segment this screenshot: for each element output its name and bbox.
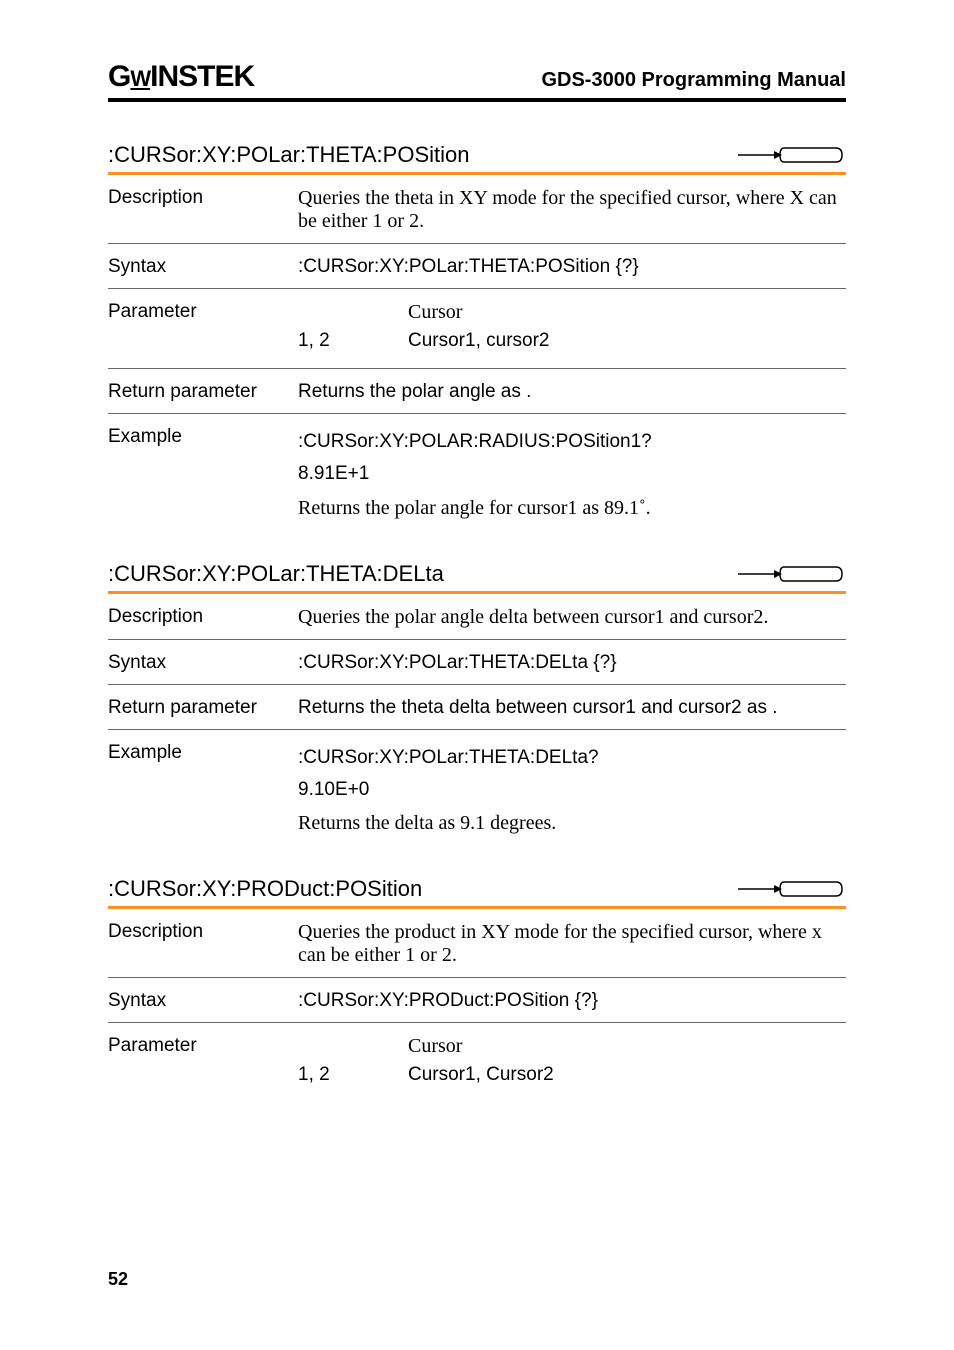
table-row: Description Queries the product in XY mo…: [108, 909, 846, 978]
section-header: :CURSor:XY:POLar:THETA:POSition: [108, 142, 846, 175]
command-name: :CURSor:XY:PRODuct:POSition: [108, 876, 422, 902]
query-icon: [736, 146, 846, 164]
table-row: Parameter Cursor 1, 2 Cursor1, cursor2: [108, 289, 846, 369]
param-key: [298, 301, 408, 324]
command-section: :CURSor:XY:PRODuct:POSition Description …: [108, 876, 846, 1102]
row-label: Parameter: [108, 301, 298, 358]
param-value: Cursor1, Cursor2: [408, 1064, 846, 1086]
param-key: 1, 2: [298, 1064, 408, 1086]
example-line: Returns the delta as 9.1 degrees.: [298, 806, 846, 840]
example-line: :CURSor:XY:POLar:THETA:DELta?: [298, 742, 846, 774]
table-row: Description Queries the theta in XY mode…: [108, 175, 846, 244]
param-value: Cursor: [408, 301, 846, 324]
sections-container: :CURSor:XY:POLar:THETA:POSition Descript…: [108, 142, 846, 1102]
query-icon: [736, 880, 846, 898]
brand-logo: GWINSTEK: [108, 60, 254, 94]
table-row: Example :CURSor:XY:POLar:THETA:DELta?9.1…: [108, 730, 846, 851]
table-row: Description Queries the polar angle delt…: [108, 594, 846, 640]
param-key: [298, 1035, 408, 1058]
row-label: Example: [108, 426, 298, 525]
param-row: Cursor: [298, 1035, 846, 1064]
example-line: :CURSor:XY:POLAR:RADIUS:POSition1?: [298, 426, 846, 458]
param-row: 1, 2 Cursor1, Cursor2: [298, 1064, 846, 1092]
row-label: Parameter: [108, 1035, 298, 1092]
table-row: Syntax :CURSor:XY:POLar:THETA:DELta {?}: [108, 640, 846, 685]
section-header: :CURSor:XY:PRODuct:POSition: [108, 876, 846, 909]
query-icon: [736, 565, 846, 583]
row-content: Returns the theta delta between cursor1 …: [298, 697, 846, 719]
table-row: Syntax :CURSor:XY:PRODuct:POSition {?}: [108, 978, 846, 1023]
command-section: :CURSor:XY:POLar:THETA:POSition Descript…: [108, 142, 846, 535]
row-content: Queries the theta in XY mode for the spe…: [298, 187, 846, 233]
param-row: 1, 2 Cursor1, cursor2: [298, 330, 846, 358]
table-row: Example :CURSor:XY:POLAR:RADIUS:POSition…: [108, 414, 846, 535]
row-content: :CURSor:XY:POLar:THETA:DELta {?}: [298, 652, 846, 674]
example-line: Returns the polar angle for cursor1 as 8…: [298, 491, 846, 525]
table-row: Return parameter Returns the theta delta…: [108, 685, 846, 730]
example-block: :CURSor:XY:POLAR:RADIUS:POSition1?8.91E+…: [298, 426, 846, 525]
row-content: Queries the polar angle delta between cu…: [298, 606, 846, 629]
table-row: Return parameter Returns the polar angle…: [108, 369, 846, 414]
row-label: Description: [108, 606, 298, 629]
section-header: :CURSor:XY:POLar:THETA:DELta: [108, 561, 846, 594]
row-content: :CURSor:XY:POLar:THETA:POSition {?}: [298, 256, 846, 278]
row-content: Queries the product in XY mode for the s…: [298, 921, 846, 967]
param-table: Cursor 1, 2 Cursor1, cursor2: [298, 301, 846, 358]
row-label: Syntax: [108, 256, 298, 278]
row-label: Return parameter: [108, 697, 298, 719]
row-label: Description: [108, 921, 298, 967]
example-block: :CURSor:XY:POLar:THETA:DELta?9.10E+0Retu…: [298, 742, 846, 841]
row-label: Syntax: [108, 652, 298, 674]
command-name: :CURSor:XY:POLar:THETA:DELta: [108, 561, 444, 587]
row-label: Example: [108, 742, 298, 841]
command-section: :CURSor:XY:POLar:THETA:DELta Description…: [108, 561, 846, 851]
example-line: 9.10E+0: [298, 774, 846, 806]
param-value: Cursor1, cursor2: [408, 330, 846, 352]
row-content: Returns the polar angle as .: [298, 381, 846, 403]
manual-title: GDS-3000 Programming Manual: [541, 69, 846, 92]
table-row: Parameter Cursor 1, 2 Cursor1, Cursor2: [108, 1023, 846, 1102]
param-row: Cursor: [298, 301, 846, 330]
row-label: Return parameter: [108, 381, 298, 403]
row-content: :CURSor:XY:PRODuct:POSition {?}: [298, 990, 846, 1012]
table-row: Syntax :CURSor:XY:POLar:THETA:POSition {…: [108, 244, 846, 289]
param-table: Cursor 1, 2 Cursor1, Cursor2: [298, 1035, 846, 1092]
page-number: 52: [108, 1269, 128, 1290]
row-label: Description: [108, 187, 298, 233]
example-line: 8.91E+1: [298, 458, 846, 490]
page-header: GWINSTEK GDS-3000 Programming Manual: [108, 60, 846, 102]
param-key: 1, 2: [298, 330, 408, 352]
param-value: Cursor: [408, 1035, 846, 1058]
row-label: Syntax: [108, 990, 298, 1012]
command-name: :CURSor:XY:POLar:THETA:POSition: [108, 142, 469, 168]
